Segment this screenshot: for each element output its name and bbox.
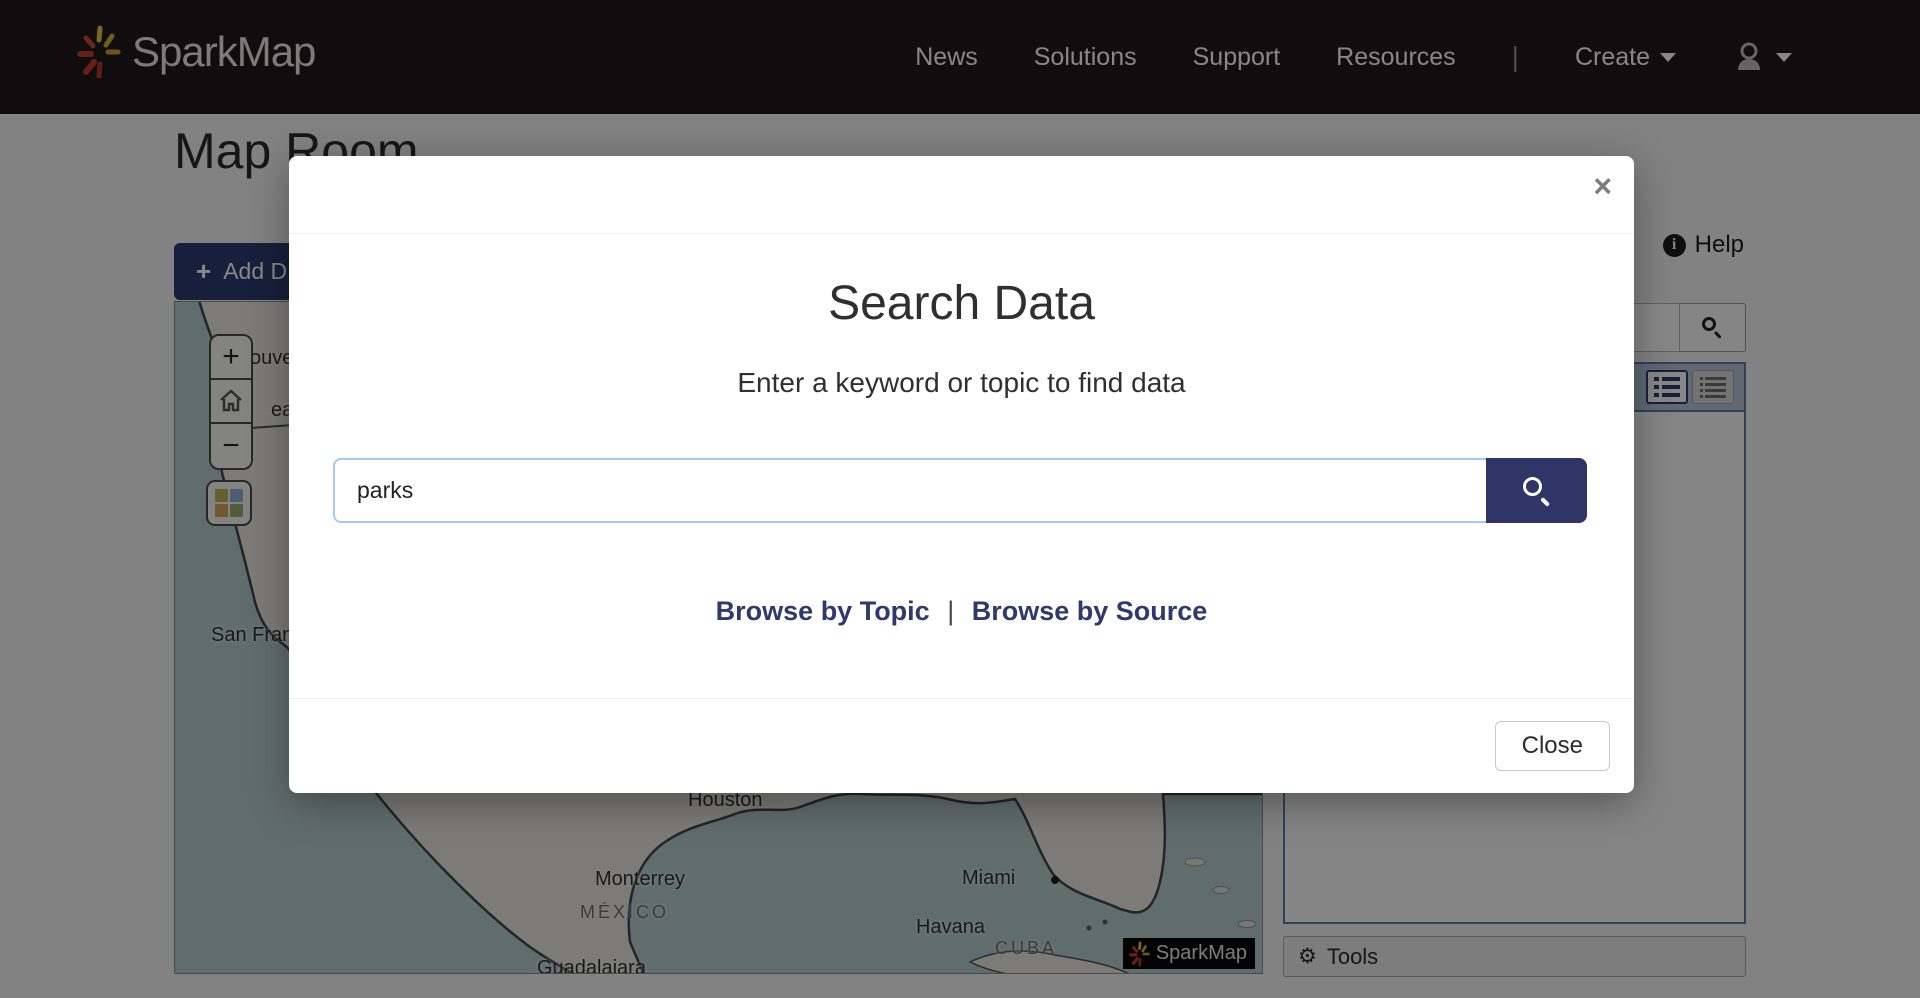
browse-by-source-link[interactable]: Browse by Source: [972, 596, 1208, 626]
search-data-modal: × Search Data Enter a keyword or topic t…: [289, 156, 1634, 793]
modal-subtitle: Enter a keyword or topic to find data: [289, 367, 1634, 399]
modal-footer: Close: [289, 698, 1634, 793]
modal-title: Search Data: [289, 276, 1634, 331]
search-submit-button[interactable]: [1486, 458, 1587, 523]
modal-search-row: [333, 458, 1587, 523]
modal-header: ×: [289, 156, 1634, 234]
link-separator: |: [947, 596, 954, 626]
search-icon: [1522, 476, 1552, 506]
browse-by-topic-link[interactable]: Browse by Topic: [716, 596, 930, 626]
close-icon[interactable]: ×: [1593, 170, 1612, 202]
close-button[interactable]: Close: [1495, 721, 1610, 771]
keyword-search-input[interactable]: [333, 458, 1486, 523]
browse-links: Browse by Topic | Browse by Source: [289, 596, 1634, 627]
